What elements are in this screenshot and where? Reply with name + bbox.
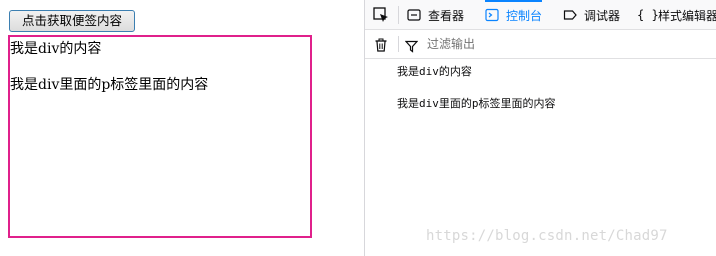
filter-separator [398, 36, 399, 52]
filter-output-input[interactable] [427, 35, 687, 53]
trash-icon[interactable] [374, 37, 388, 52]
tab-console[interactable]: 控制台 [485, 0, 543, 30]
console-message: 我是div的内容 [397, 65, 472, 78]
tab-console-label: 控制台 [506, 8, 543, 23]
inspector-icon [407, 8, 422, 22]
filter-icon[interactable] [404, 38, 419, 53]
get-note-content-button[interactable]: 点击获取便签内容 [9, 10, 135, 32]
devtools-toolbar: 查看器 控制台 调试器 { } 样式编辑器 [365, 0, 716, 30]
tab-debugger[interactable]: 调试器 [563, 0, 620, 30]
debugger-icon [563, 8, 578, 22]
tab-inspector[interactable]: 查看器 [407, 0, 464, 30]
console-filter-bar [365, 30, 716, 59]
console-message: 我是div里面的p标签里面的内容 [397, 97, 556, 110]
tab-style-editor[interactable]: { } 样式编辑器 [637, 0, 716, 30]
tab-style-editor-label: 样式编辑器 [658, 8, 716, 23]
page-content: 点击获取便签内容 我是div的内容 我是div里面的p标签里面的内容 [0, 0, 364, 256]
devtools-panel: 查看器 控制台 调试器 { } 样式编辑器 过滤输出 我是div的内容 我是di… [364, 0, 716, 256]
div-text: 我是div的内容 [10, 41, 102, 57]
console-icon [485, 8, 500, 22]
tab-inspector-label: 查看器 [428, 8, 465, 23]
toolbar-separator [398, 6, 399, 24]
element-picker-icon[interactable] [372, 6, 390, 24]
style-editor-icon: { } [637, 8, 659, 22]
tab-debugger-label: 调试器 [584, 8, 621, 23]
watermark: https://blog.csdn.net/Chad97 [426, 228, 668, 244]
content-div: 我是div的内容 我是div里面的p标签里面的内容 [8, 35, 312, 238]
p-text: 我是div里面的p标签里面的内容 [10, 77, 209, 93]
